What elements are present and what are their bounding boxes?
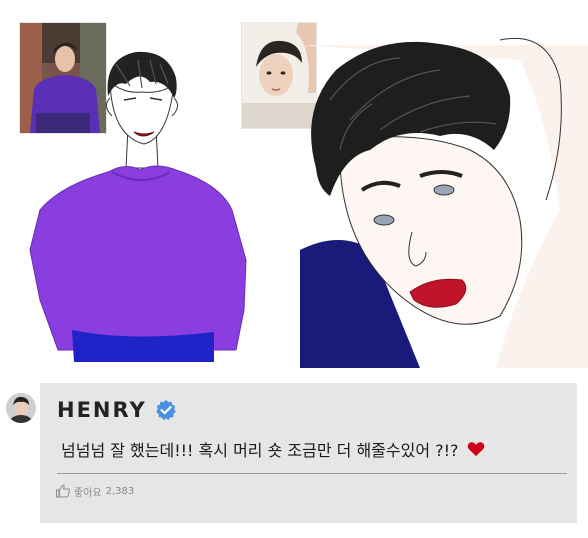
thumbs-up-icon[interactable]	[55, 483, 71, 499]
like-count: 2,383	[105, 485, 135, 497]
verified-badge-icon	[156, 399, 176, 421]
divider	[57, 473, 567, 474]
comment-header: HENRY	[57, 397, 177, 423]
username[interactable]: HENRY	[57, 398, 147, 422]
drawing-closeup-face	[300, 37, 588, 368]
heart-icon	[467, 442, 484, 457]
avatar[interactable]	[6, 393, 36, 423]
comment-body: 넘넘넘 잘 했는데!!! 혹시 머리 숏 조금만 더 해줄수있어 ?!?	[61, 436, 485, 462]
fan-art-image	[0, 0, 588, 375]
like-label[interactable]: 좋아요	[74, 484, 102, 499]
comment-text: 넘넘넘 잘 했는데!!! 혹시 머리 숏 조금만 더 해줄수있어 ?!?	[61, 441, 459, 460]
like-button[interactable]: 좋아요 2,383	[55, 482, 134, 500]
